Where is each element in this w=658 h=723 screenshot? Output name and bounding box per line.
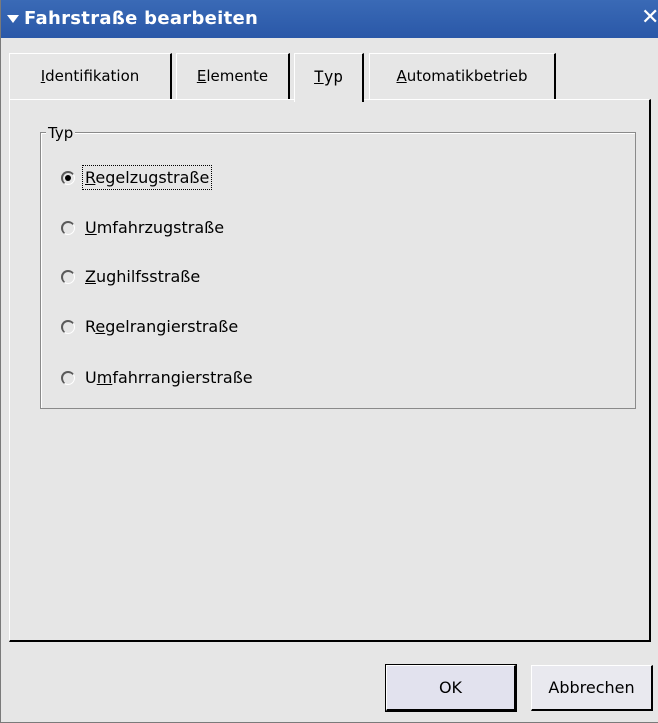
tab-label: Automatikbetrieb <box>396 67 528 85</box>
radio-button[interactable] <box>61 371 75 385</box>
radio-button[interactable] <box>61 270 75 284</box>
radio-label: Zughilfsstraße <box>85 267 201 286</box>
ok-button[interactable]: OK <box>385 664 517 712</box>
window-menu-arrow-icon[interactable] <box>7 15 19 23</box>
dialog-window: Fahrstraße bearbeiten ✕ Identifikation E… <box>0 0 658 723</box>
radio-label: Umfahrzugstraße <box>85 218 225 237</box>
groupbox-title: Typ <box>46 124 76 142</box>
tab-typ[interactable]: Typ <box>294 53 364 102</box>
tab-elemente[interactable]: Elemente <box>176 53 290 99</box>
radio-label: Regelzugstraße <box>81 165 213 190</box>
window-title: Fahrstraße bearbeiten <box>24 8 259 29</box>
tab-label: Identifikation <box>40 67 140 85</box>
close-icon[interactable]: ✕ <box>641 6 658 30</box>
radio-label: Umfahrrangierstraße <box>85 368 253 387</box>
title-bar[interactable]: Fahrstraße bearbeiten ✕ <box>1 0 658 38</box>
tab-identifikation[interactable]: Identifikation <box>9 53 172 99</box>
radio-button[interactable] <box>61 320 75 334</box>
radio-button[interactable] <box>61 221 75 235</box>
cancel-button[interactable]: Abbrechen <box>531 665 653 711</box>
tab-label: Typ <box>314 67 343 86</box>
radio-label: Regelrangierstraße <box>85 317 239 336</box>
tab-label: Elemente <box>196 67 269 85</box>
tab-automatikbetrieb[interactable]: Automatikbetrieb <box>369 53 556 99</box>
radio-button[interactable] <box>61 171 75 185</box>
